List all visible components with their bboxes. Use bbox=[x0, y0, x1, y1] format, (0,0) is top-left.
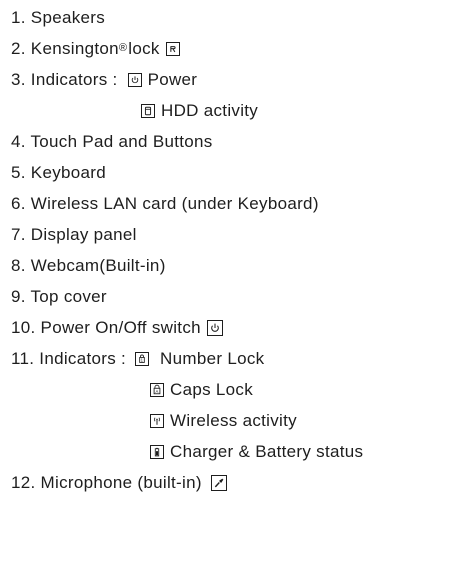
list-item-webcam: 8. Webcam(Built-in) bbox=[11, 254, 166, 278]
item-label-suffix: lock bbox=[128, 39, 160, 58]
svg-text:1: 1 bbox=[141, 358, 144, 363]
svg-text:A: A bbox=[155, 389, 158, 394]
list-item-indicators-number-lock: 11. Indicators : 1 Number Lock bbox=[11, 347, 264, 371]
item-label: 1. Speakers bbox=[11, 8, 106, 27]
list-item-keyboard: 5. Keyboard bbox=[11, 161, 106, 185]
item-label: Wireless activity bbox=[170, 411, 297, 430]
item-label: 12. Microphone (built-in) bbox=[11, 473, 202, 492]
hdd-activity-icon bbox=[141, 104, 155, 118]
microphone-icon bbox=[210, 475, 227, 491]
item-label: Caps Lock bbox=[170, 380, 254, 399]
item-label: 4. Touch Pad and Buttons bbox=[11, 132, 213, 151]
list-item-kensington-lock: 2. Kensington ® lock bbox=[11, 37, 186, 61]
list-item-wireless-activity: Wireless activity bbox=[144, 409, 297, 433]
battery-status-icon bbox=[150, 445, 164, 459]
kensington-lock-icon bbox=[165, 42, 180, 56]
item-label-suffix: Number Lock bbox=[160, 349, 265, 368]
item-label: 2. Kensington bbox=[11, 39, 119, 58]
power-switch-icon bbox=[206, 320, 223, 336]
item-label: HDD activity bbox=[161, 101, 259, 120]
list-item-top-cover: 9. Top cover bbox=[11, 285, 107, 309]
list-item-touch-pad: 4. Touch Pad and Buttons bbox=[11, 130, 213, 154]
list-item-display-panel: 7. Display panel bbox=[11, 223, 137, 247]
list-item-wireless-lan: 6. Wireless LAN card (under Keyboard) bbox=[11, 192, 319, 216]
item-label: 7. Display panel bbox=[11, 225, 137, 244]
item-label: 5. Keyboard bbox=[11, 163, 106, 182]
item-label: 6. Wireless LAN card (under Keyboard) bbox=[11, 194, 319, 213]
list-item-hdd-activity: HDD activity bbox=[135, 99, 258, 123]
number-lock-icon: 1 bbox=[135, 352, 150, 366]
list-item-battery-status: Charger & Battery status bbox=[144, 440, 363, 464]
item-label: 11. Indicators : bbox=[11, 349, 127, 368]
item-label: 9. Top cover bbox=[11, 287, 107, 306]
item-label: 3. Indicators : bbox=[11, 70, 118, 89]
item-label: 8. Webcam(Built-in) bbox=[11, 256, 166, 275]
power-indicator-icon bbox=[127, 73, 142, 87]
component-list: 1. Speakers 2. Kensington ® lock 3. Indica… bbox=[0, 0, 473, 570]
list-item-indicators-power: 3. Indicators : Power bbox=[11, 68, 197, 92]
item-label-suffix: Power bbox=[147, 70, 198, 89]
list-item-speakers: 1. Speakers bbox=[11, 6, 105, 30]
item-label: Charger & Battery status bbox=[170, 442, 364, 461]
list-item-power-switch: 10. Power On/Off switch bbox=[11, 316, 229, 340]
caps-lock-icon: A bbox=[150, 383, 164, 397]
list-item-microphone: 12. Microphone (built-in) bbox=[11, 471, 233, 495]
list-item-caps-lock: A Caps Lock bbox=[144, 378, 253, 402]
wireless-activity-icon bbox=[150, 414, 164, 428]
item-label: 10. Power On/Off switch bbox=[11, 318, 201, 337]
